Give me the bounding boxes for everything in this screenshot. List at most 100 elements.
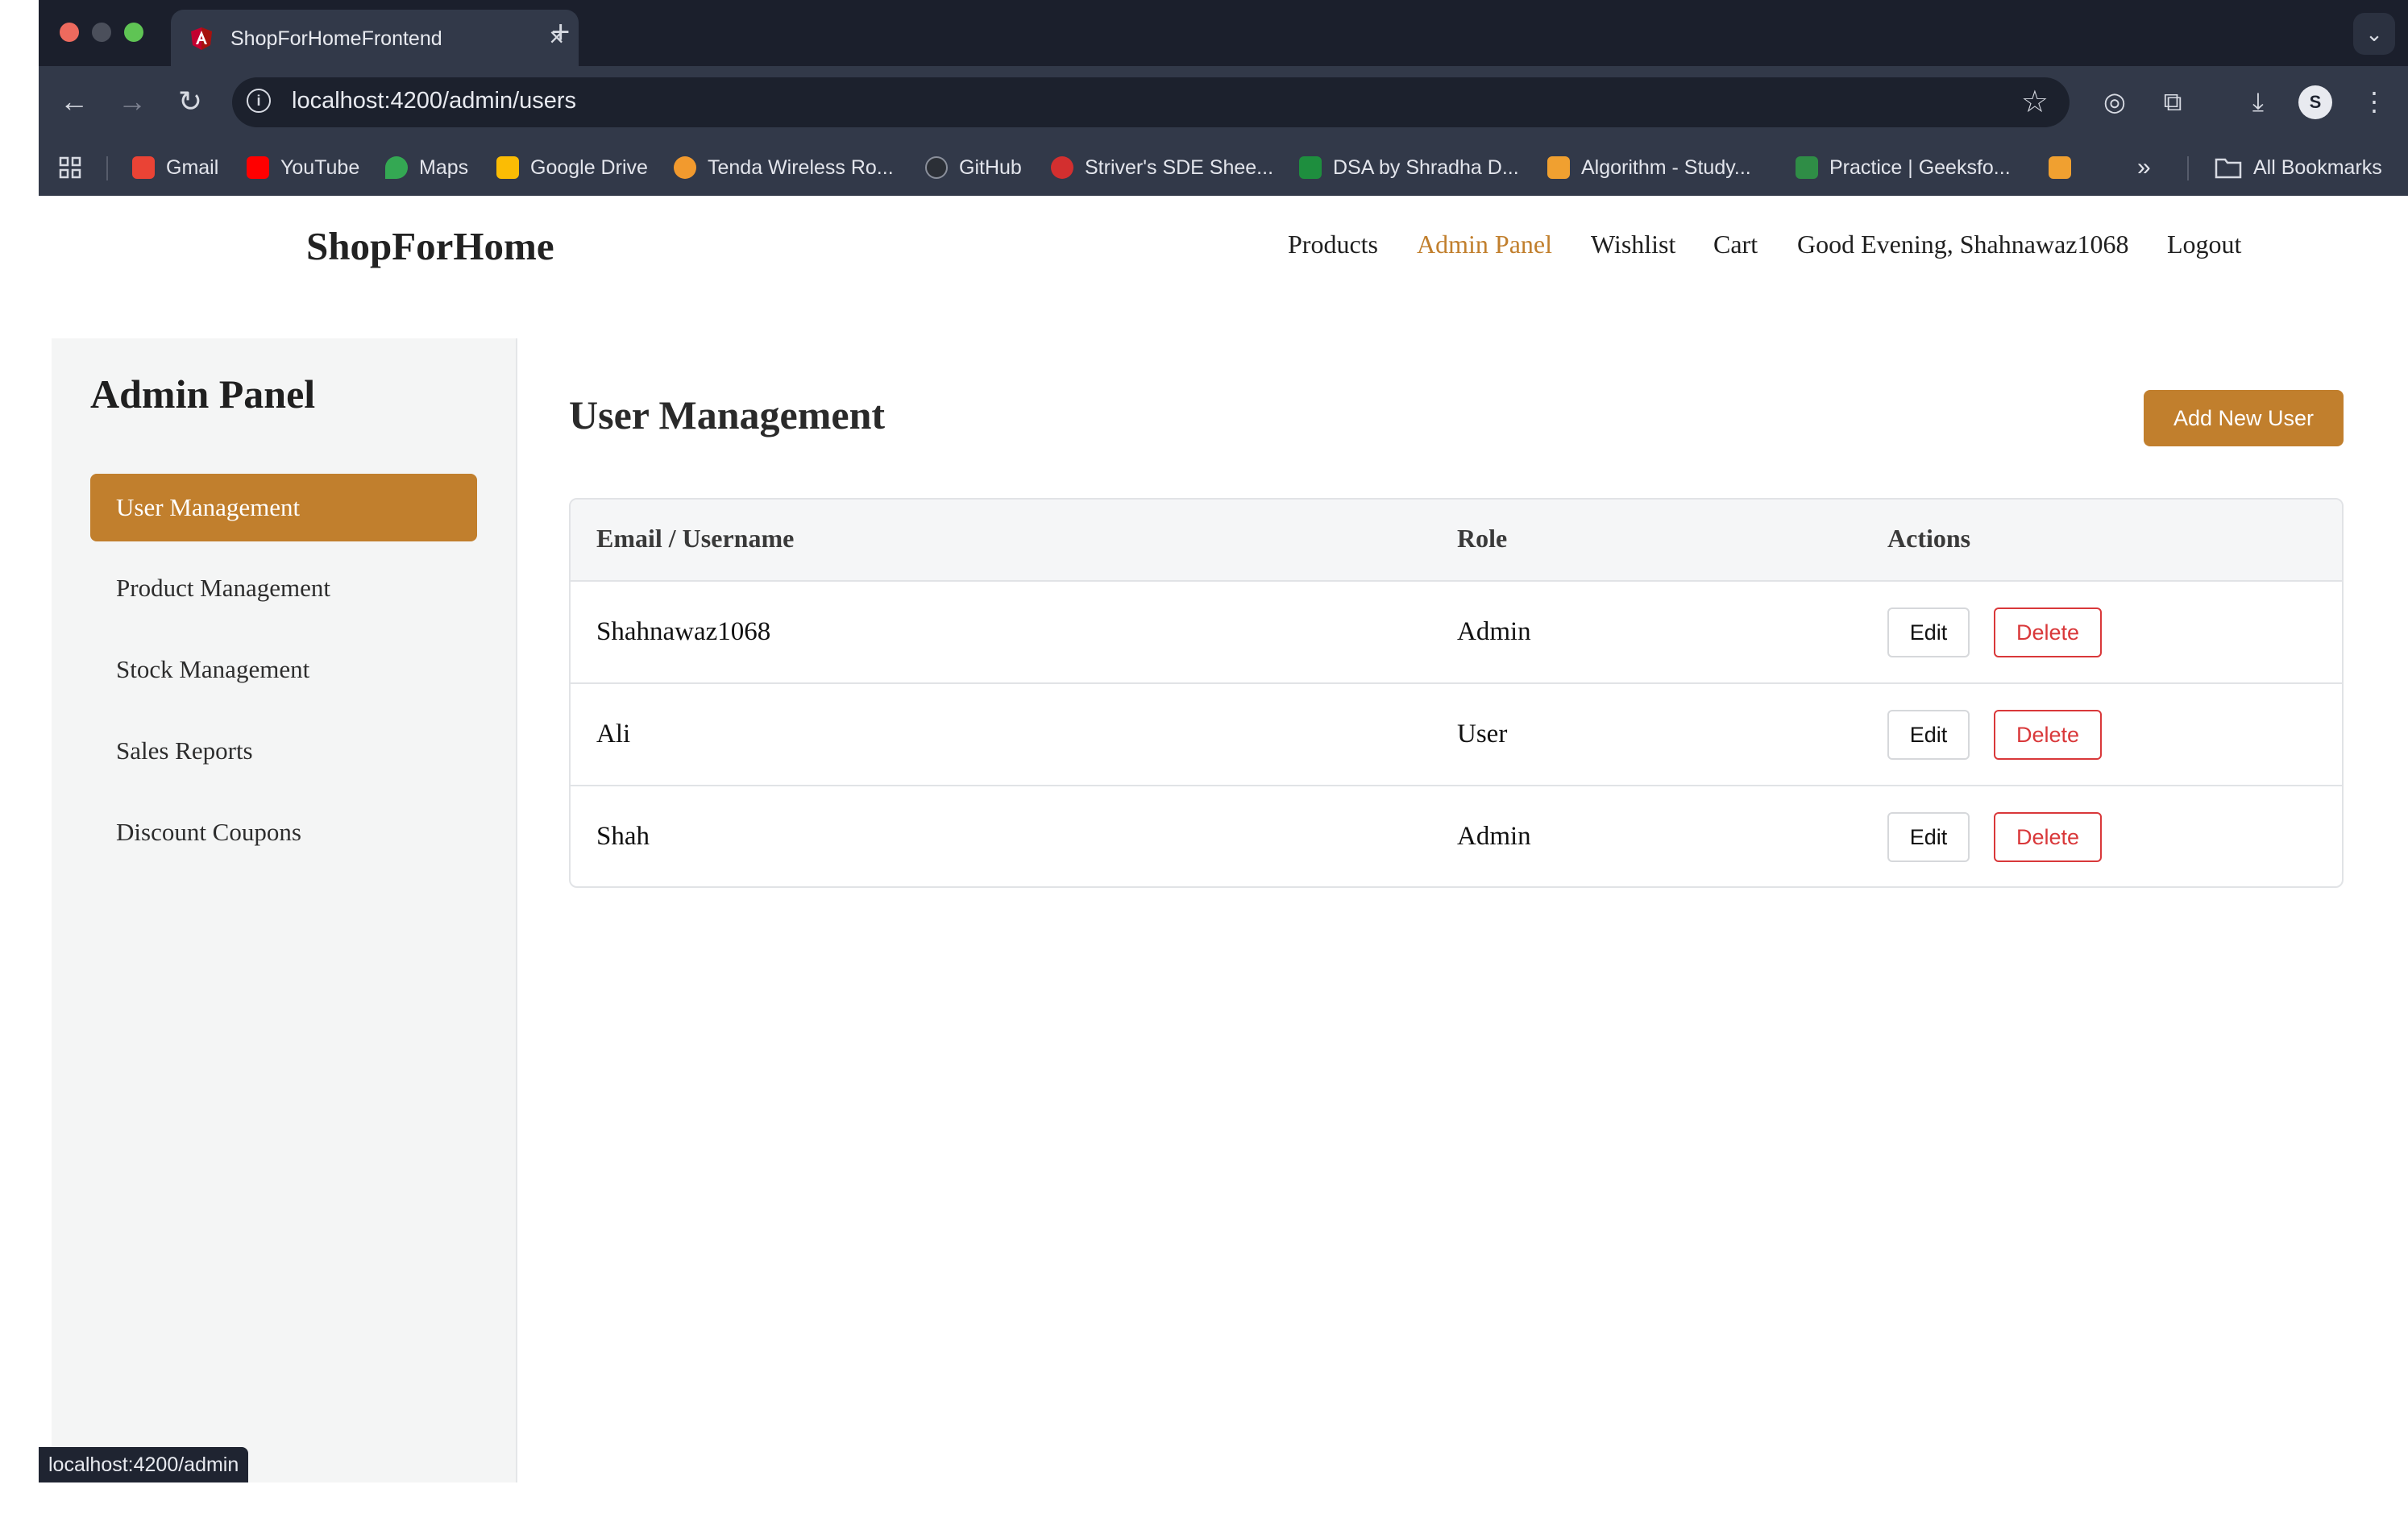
site-info-icon[interactable]: i [247, 89, 271, 113]
github-icon [925, 156, 948, 179]
nav-cart[interactable]: Cart [1713, 230, 1758, 259]
tab-search-icon[interactable]: ⌄ [2353, 13, 2395, 55]
bookmark-label: Tenda Wireless Ro... [708, 156, 894, 179]
reload-icon[interactable]: ↻ [172, 84, 208, 119]
bookmark-algorithm[interactable]: Algorithm - Study... [1547, 153, 1751, 182]
tenda-icon [674, 156, 696, 179]
delete-button[interactable]: Delete [1994, 812, 2102, 862]
admin-sidebar: Admin Panel User Management Product Mana… [52, 338, 517, 1482]
edit-button[interactable]: Edit [1887, 812, 1970, 862]
cell-username: Shahnawaz1068 [596, 617, 771, 646]
column-header-role: Role [1457, 524, 1508, 553]
column-header-email: Email / Username [596, 524, 795, 553]
page-title: User Management [569, 392, 886, 437]
bookmark-label: Practice | Geeksfo... [1829, 156, 2011, 179]
close-window-button[interactable] [60, 23, 79, 42]
cell-role: Admin [1457, 617, 1531, 646]
geeksforgeeks-icon [1796, 156, 1818, 179]
table-row: Shah Admin Edit Delete [571, 786, 2342, 886]
bookmark-label: Google Drive [530, 156, 648, 179]
nav-products[interactable]: Products [1288, 230, 1378, 259]
bookmark-youtube[interactable]: YouTube [247, 153, 359, 182]
maximize-window-button[interactable] [124, 23, 143, 42]
profile-avatar[interactable]: S [2298, 85, 2332, 119]
angular-icon [191, 27, 212, 50]
app-header: ShopForHome Products Admin Panel Wishlis… [39, 196, 2408, 301]
address-bar[interactable]: i localhost:4200/admin/users ☆ [232, 77, 2070, 127]
bookmark-label: YouTube [280, 156, 360, 179]
delete-button[interactable]: Delete [1994, 710, 2102, 760]
bookmark-divider [2187, 156, 2189, 180]
gmail-icon [132, 156, 155, 179]
sidebar-item-sales-reports[interactable]: Sales Reports [90, 717, 477, 785]
bookmark-extra[interactable] [2049, 153, 2082, 182]
edit-button[interactable]: Edit [1887, 607, 1970, 657]
browser-tab[interactable]: ShopForHomeFrontend × [171, 10, 579, 66]
nav-logout[interactable]: Logout [2167, 230, 2241, 259]
back-icon[interactable]: ← [56, 84, 92, 119]
youtube-icon [247, 156, 269, 179]
bookmark-label: Maps [419, 156, 469, 179]
bookmark-tenda[interactable]: Tenda Wireless Ro... [674, 153, 894, 182]
apps-grid-icon[interactable] [58, 153, 82, 182]
bookmark-maps[interactable]: Maps [385, 153, 468, 182]
bookmark-label: Gmail [166, 156, 219, 179]
cell-username: Ali [596, 719, 631, 748]
bookmark-google-drive[interactable]: Google Drive [496, 153, 648, 182]
sheets-icon [1299, 156, 1322, 179]
bookmark-label: Algorithm - Study... [1581, 156, 1751, 179]
bookmark-striver[interactable]: Striver's SDE Shee... [1051, 153, 1273, 182]
cell-role: User [1457, 719, 1508, 748]
new-tab-icon[interactable]: + [551, 13, 570, 52]
bookmark-github[interactable]: GitHub [925, 153, 1022, 182]
bookmark-label: GitHub [959, 156, 1022, 179]
column-header-actions: Actions [1887, 524, 1971, 553]
tab-title: ShopForHomeFrontend [230, 27, 442, 50]
greeting-text: Good Evening, Shahnawaz1068 [1797, 230, 2129, 259]
browser-menu-icon[interactable]: ⋮ [2356, 84, 2392, 119]
bookmark-geeksforgeeks[interactable]: Practice | Geeksfo... [1796, 153, 2011, 182]
bookmark-extra-icon [2049, 156, 2071, 179]
bookmark-star-icon[interactable]: ☆ [2021, 84, 2049, 120]
table-row: Ali User Edit Delete [571, 684, 2342, 786]
cell-role: Admin [1457, 822, 1531, 851]
all-bookmarks-button[interactable]: All Bookmarks [2215, 153, 2382, 182]
table-row: Shahnawaz1068 Admin Edit Delete [571, 582, 2342, 684]
sidebar-item-user-management[interactable]: User Management [90, 474, 477, 541]
sidebar-item-product-management[interactable]: Product Management [90, 554, 477, 622]
google-drive-icon [496, 156, 519, 179]
bookmarks-bar: Gmail YouTube Maps Google Drive Tenda Wi… [39, 139, 2408, 196]
sidebar-item-discount-coupons[interactable]: Discount Coupons [90, 798, 477, 866]
brand-logo[interactable]: ShopForHome [306, 223, 554, 269]
google-lens-icon[interactable]: ◎ [2097, 84, 2132, 119]
all-bookmarks-label: All Bookmarks [2253, 156, 2382, 179]
algorithm-icon [1547, 156, 1570, 179]
bookmark-label: Striver's SDE Shee... [1085, 156, 1274, 179]
nav-wishlist[interactable]: Wishlist [1591, 230, 1675, 259]
table-header-row: Email / Username Role Actions [571, 500, 2342, 582]
bookmark-label: DSA by Shradha D... [1333, 156, 1519, 179]
minimize-window-button[interactable] [92, 23, 111, 42]
forward-icon[interactable]: → [114, 84, 150, 119]
nav-admin-panel[interactable]: Admin Panel [1417, 230, 1552, 259]
browser-toolbar: ← → ↻ i localhost:4200/admin/users ☆ ◎ ⧉… [39, 66, 2408, 139]
download-icon[interactable]: ⤓ [2240, 84, 2276, 119]
bookmark-gmail[interactable]: Gmail [132, 153, 218, 182]
bookmark-divider [106, 156, 108, 180]
extensions-icon[interactable]: ⧉ [2155, 84, 2190, 119]
more-bookmarks-icon[interactable]: » [2137, 153, 2151, 182]
link-status-bubble: localhost:4200/admin [39, 1447, 249, 1482]
striver-icon [1051, 156, 1073, 179]
add-new-user-button[interactable]: Add New User [2144, 390, 2344, 446]
edit-button[interactable]: Edit [1887, 710, 1970, 760]
sidebar-item-stock-management[interactable]: Stock Management [90, 636, 477, 703]
bookmark-dsa-shradha[interactable]: DSA by Shradha D... [1299, 153, 1519, 182]
sidebar-title: Admin Panel [90, 371, 316, 417]
cell-username: Shah [596, 822, 650, 851]
users-table: Email / Username Role Actions Shahnawaz1… [569, 498, 2344, 888]
maps-icon [385, 156, 408, 179]
delete-button[interactable]: Delete [1994, 607, 2102, 657]
url-text[interactable]: localhost:4200/admin/users [292, 88, 576, 114]
browser-chrome: ShopForHomeFrontend × + ⌄ ← → ↻ i localh… [39, 0, 2408, 196]
tab-strip: ShopForHomeFrontend × + ⌄ [39, 0, 2408, 66]
